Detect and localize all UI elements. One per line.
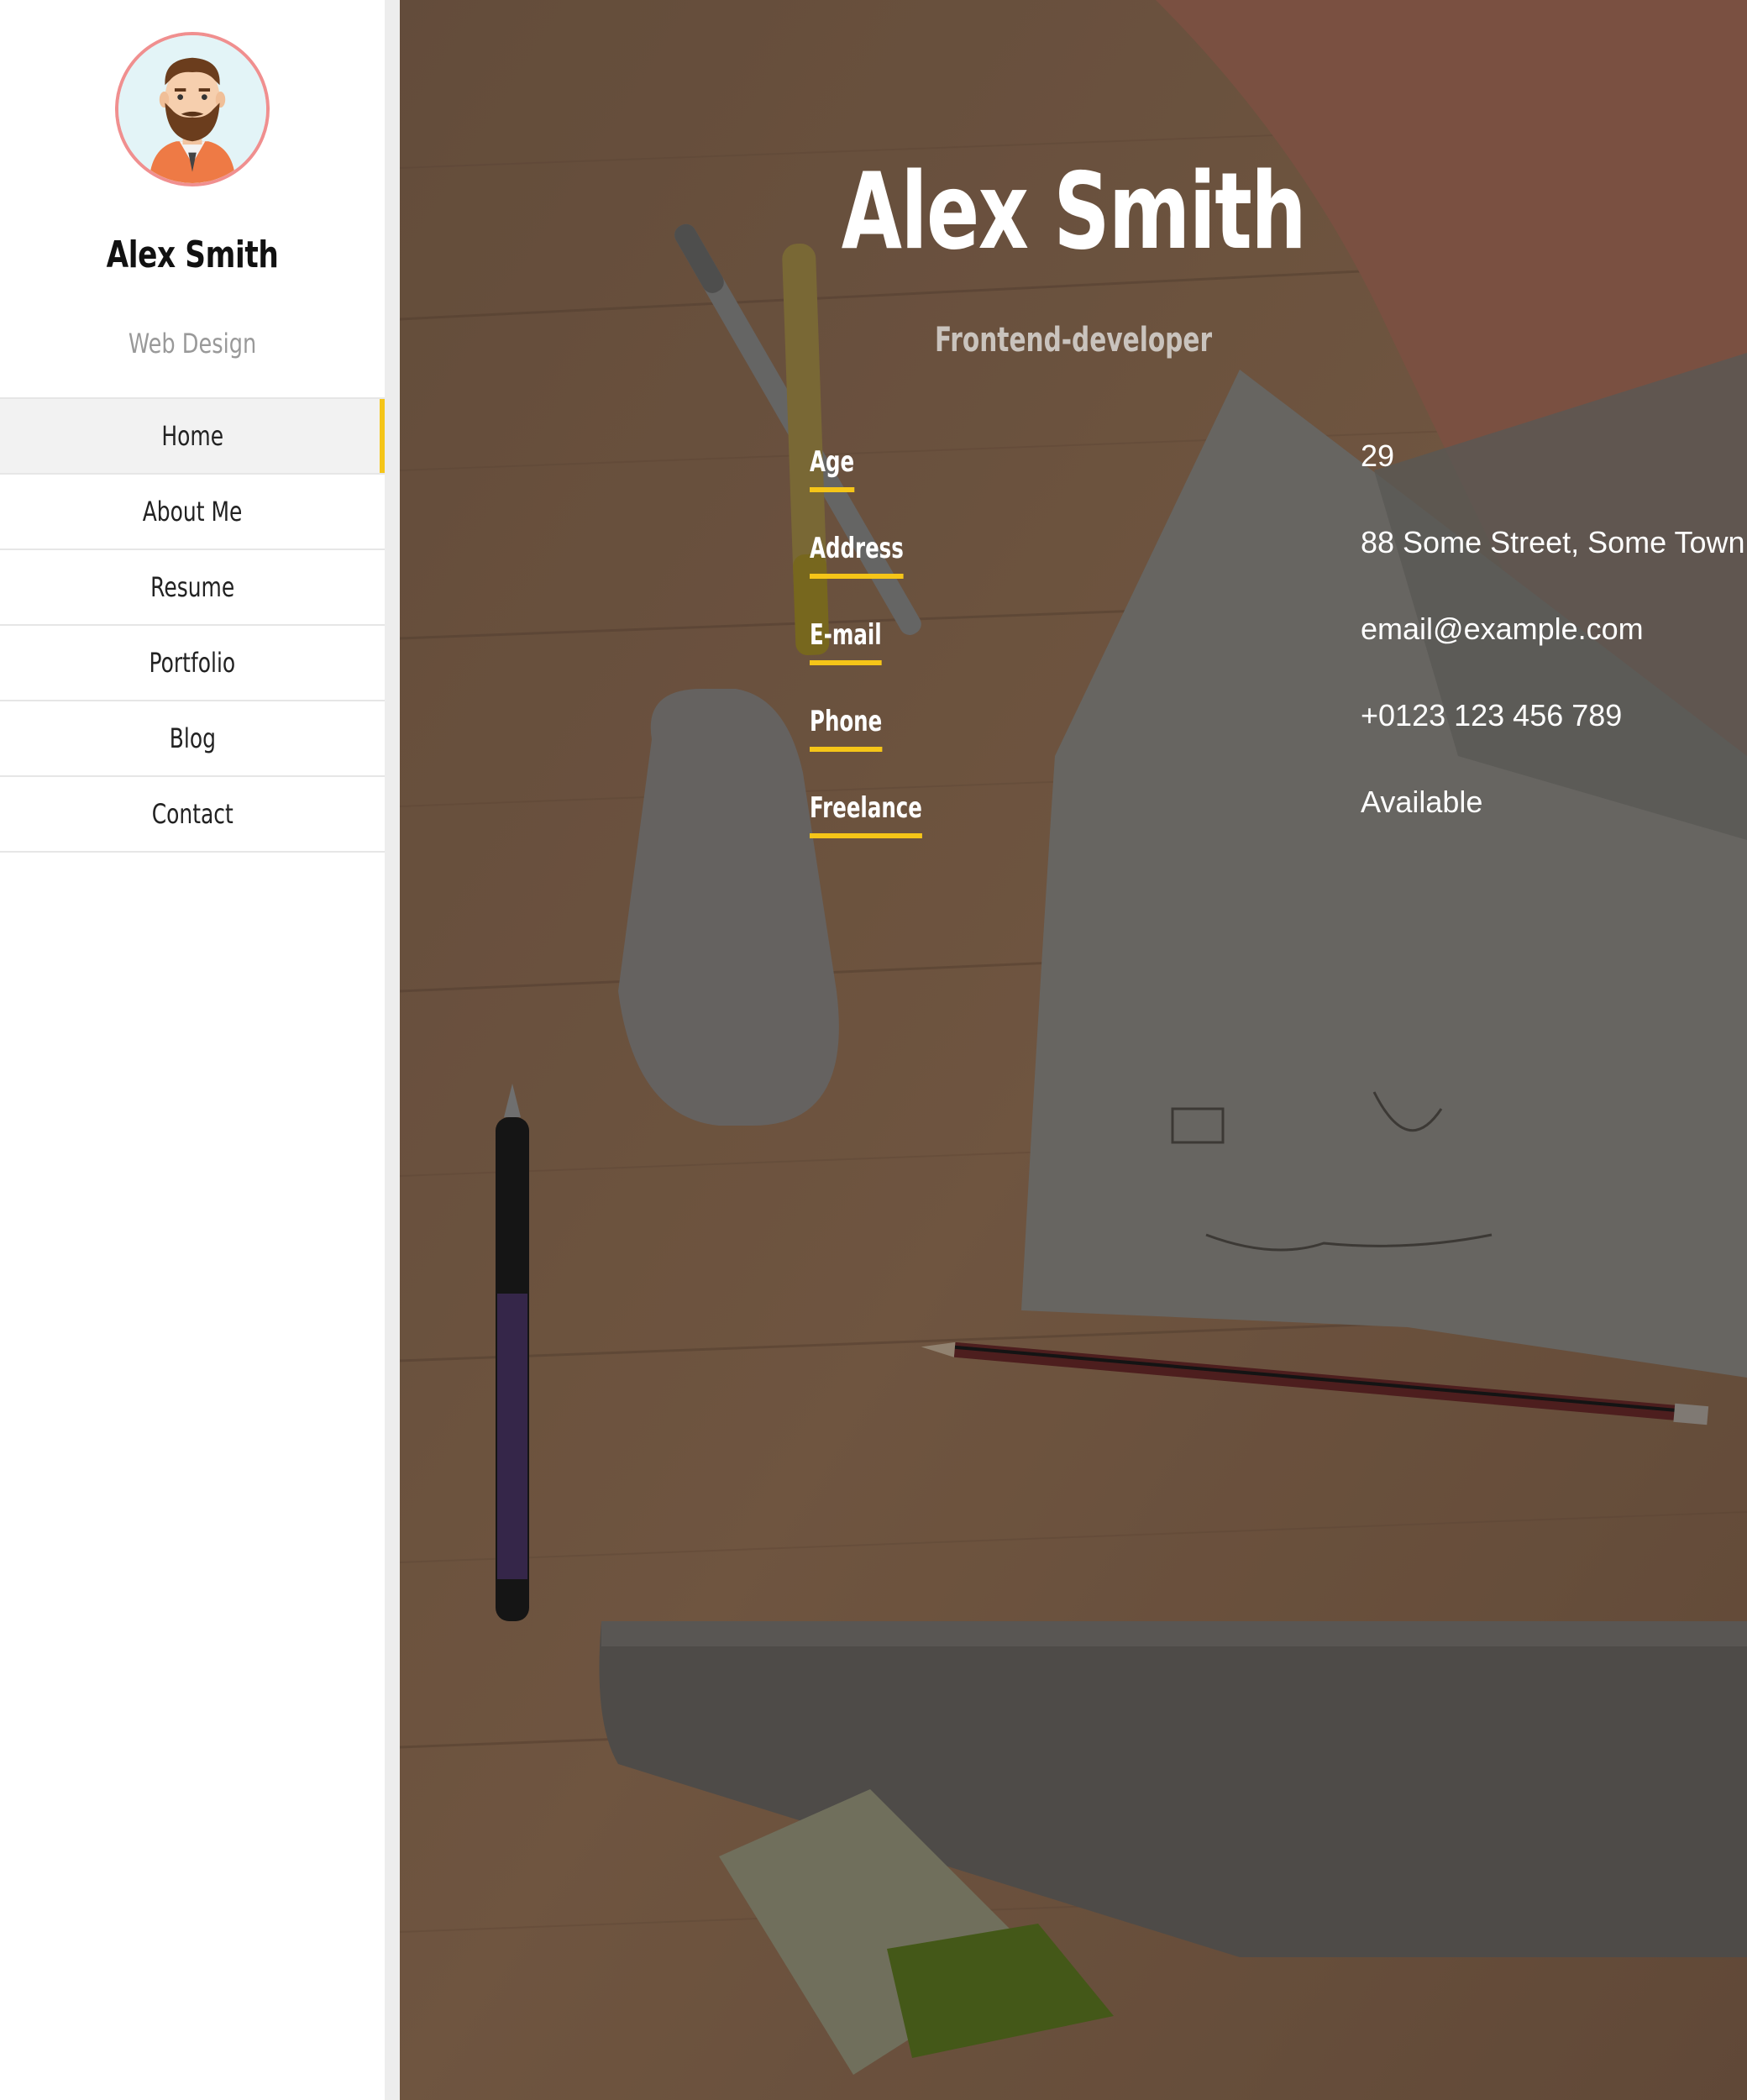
nav-item-label: Blog <box>169 722 216 754</box>
desk-background-image <box>400 0 1747 2100</box>
info-value[interactable]: email@example.com <box>1361 612 1644 647</box>
info-label: Phone <box>810 705 883 752</box>
info-value: +0123 123 456 789 <box>1361 698 1623 732</box>
nav-item-resume[interactable]: Resume <box>0 550 385 626</box>
info-label: Age <box>810 445 855 492</box>
nav-item-label: Contact <box>151 798 233 830</box>
info-label: Freelance <box>810 791 922 838</box>
info-row-phone: Phone +0123 123 456 789 <box>810 698 1650 765</box>
sidebar: Alex Smith Web Design Home About Me Resu… <box>0 0 385 2100</box>
sidebar-name: Alex Smith <box>106 234 279 276</box>
sidebar-role: Web Design <box>128 328 257 360</box>
info-value: Available <box>1361 785 1483 819</box>
info-row-freelance: Freelance Available <box>810 785 1650 852</box>
sidebar-scroll-edge <box>385 0 400 2100</box>
bearded-man-icon <box>118 35 266 183</box>
nav-item-label: Resume <box>150 571 235 603</box>
sidebar-nav: Home About Me Resume Portfolio Blog Cont… <box>0 397 385 853</box>
avatar <box>115 32 270 186</box>
nav-item-home[interactable]: Home <box>0 399 385 475</box>
info-row-email: E-mail email@example.com <box>810 612 1650 679</box>
nav-item-blog[interactable]: Blog <box>0 701 385 777</box>
home-section: Alex Smith Frontend-developer Age 29 Add… <box>400 0 1747 2100</box>
nav-item-portfolio[interactable]: Portfolio <box>0 626 385 701</box>
info-row-address: Address 88 Some Street, Some Town <box>810 525 1745 592</box>
hero-role: Frontend-developer <box>934 321 1213 360</box>
nav-item-label: Home <box>161 420 223 452</box>
nav-item-label: About Me <box>142 496 243 528</box>
info-value: 88 Some Street, Some Town <box>1361 525 1745 559</box>
hero-name: Alex Smith <box>841 150 1307 273</box>
info-value: 29 <box>1361 438 1395 473</box>
nav-item-label: Portfolio <box>149 647 236 679</box>
info-row-age: Age 29 <box>810 438 1650 506</box>
nav-item-about-me[interactable]: About Me <box>0 475 385 550</box>
info-label: E-mail <box>810 618 882 665</box>
info-label: Address <box>810 532 904 579</box>
nav-item-contact[interactable]: Contact <box>0 777 385 853</box>
